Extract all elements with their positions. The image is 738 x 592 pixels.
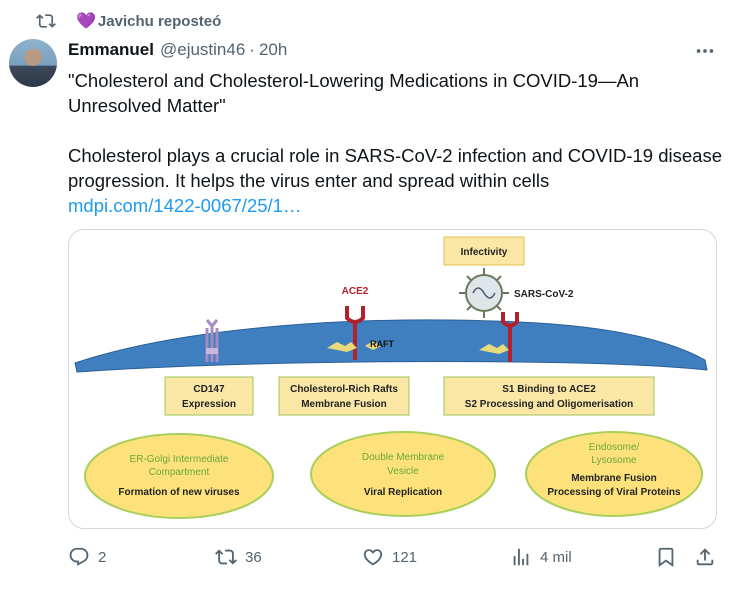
infectivity-label: Infectivity bbox=[461, 247, 508, 258]
box3-line2: S2 Processing and Oligomerisation bbox=[465, 399, 633, 410]
repost-button[interactable]: 36 bbox=[215, 546, 262, 568]
box2-line2: Membrane Fusion bbox=[301, 399, 387, 410]
repost-icon bbox=[36, 14, 56, 28]
ell1-line1: ER-Golgi Intermediate bbox=[130, 454, 229, 465]
ell3-line1: Endosome/ bbox=[589, 442, 640, 453]
repost-indicator[interactable]: 💜 Javichu reposteó bbox=[36, 10, 221, 32]
ell1-line3: Formation of new viruses bbox=[118, 487, 240, 498]
ell2-line1: Double Membrane bbox=[362, 452, 445, 463]
ell3-line4: Processing of Viral Proteins bbox=[547, 487, 681, 498]
media-card[interactable]: Infectivity SARS-CoV-2 ACE2 RAFT CD147 E… bbox=[68, 229, 717, 529]
ell2-line3: Viral Replication bbox=[364, 487, 442, 498]
like-button[interactable]: 121 bbox=[362, 546, 417, 568]
repost-label[interactable]: Javichu reposteó bbox=[98, 13, 221, 30]
tweet-title: "Cholesterol and Cholesterol-Lowering Me… bbox=[68, 70, 640, 116]
dot-separator: · bbox=[249, 40, 255, 59]
cholesterol-diagram: Infectivity SARS-CoV-2 ACE2 RAFT CD147 E… bbox=[74, 236, 708, 519]
bookmark-icon bbox=[658, 547, 674, 568]
box2-line1: Cholesterol-Rich Rafts bbox=[290, 384, 398, 395]
virus-icon bbox=[459, 268, 509, 318]
reply-icon bbox=[69, 547, 89, 566]
repost-count: 36 bbox=[245, 548, 262, 566]
tweet-link[interactable]: mdpi.com/1422-0067/25/1… bbox=[68, 195, 301, 216]
ace2-receptor-icon bbox=[345, 306, 365, 324]
author-name[interactable]: Emmanuel bbox=[68, 40, 154, 60]
box1-line2: Expression bbox=[182, 399, 236, 410]
more-options-icon[interactable] bbox=[694, 40, 716, 68]
bookmark-button[interactable] bbox=[655, 546, 677, 568]
reply-count: 2 bbox=[98, 548, 107, 566]
views-icon bbox=[513, 548, 529, 566]
share-button[interactable] bbox=[694, 546, 716, 568]
ell2-line2: Vesicle bbox=[387, 466, 419, 477]
author-handle[interactable]: @ejustin46 bbox=[160, 40, 245, 60]
box1-line1: CD147 bbox=[193, 384, 225, 395]
box3-line1: S1 Binding to ACE2 bbox=[502, 384, 596, 395]
ell1-line2: Compartment bbox=[149, 467, 210, 478]
like-count: 121 bbox=[392, 548, 418, 566]
raft-label: RAFT bbox=[370, 339, 394, 349]
share-icon bbox=[696, 548, 714, 566]
repost-action-icon bbox=[215, 549, 237, 565]
tweet-body: Cholesterol plays a crucial role in SARS… bbox=[68, 145, 722, 191]
cd147-receptor-icon bbox=[205, 319, 219, 362]
purple-heart-icon: 💜 bbox=[76, 13, 96, 30]
tweet-header: Emmanuel @ejustin46 · 20h bbox=[68, 40, 287, 60]
ace2-label: ACE2 bbox=[342, 286, 369, 297]
reply-button[interactable]: 2 bbox=[68, 546, 106, 568]
views-count: 4 mil bbox=[540, 548, 572, 566]
timestamp[interactable]: 20h bbox=[259, 40, 287, 60]
ell3-line3: Membrane Fusion bbox=[571, 473, 657, 484]
tweet-text: "Cholesterol and Cholesterol-Lowering Me… bbox=[68, 68, 723, 218]
ell3-line2: Lysosome bbox=[591, 455, 637, 466]
views-button[interactable]: 4 mil bbox=[510, 546, 572, 568]
sars-label: SARS-CoV-2 bbox=[514, 289, 574, 300]
avatar[interactable] bbox=[9, 39, 57, 87]
tweet-actions: 2 36 121 4 mil bbox=[0, 540, 738, 576]
ace2-receptor-icon-2 bbox=[501, 312, 519, 328]
heart-icon bbox=[363, 549, 383, 566]
